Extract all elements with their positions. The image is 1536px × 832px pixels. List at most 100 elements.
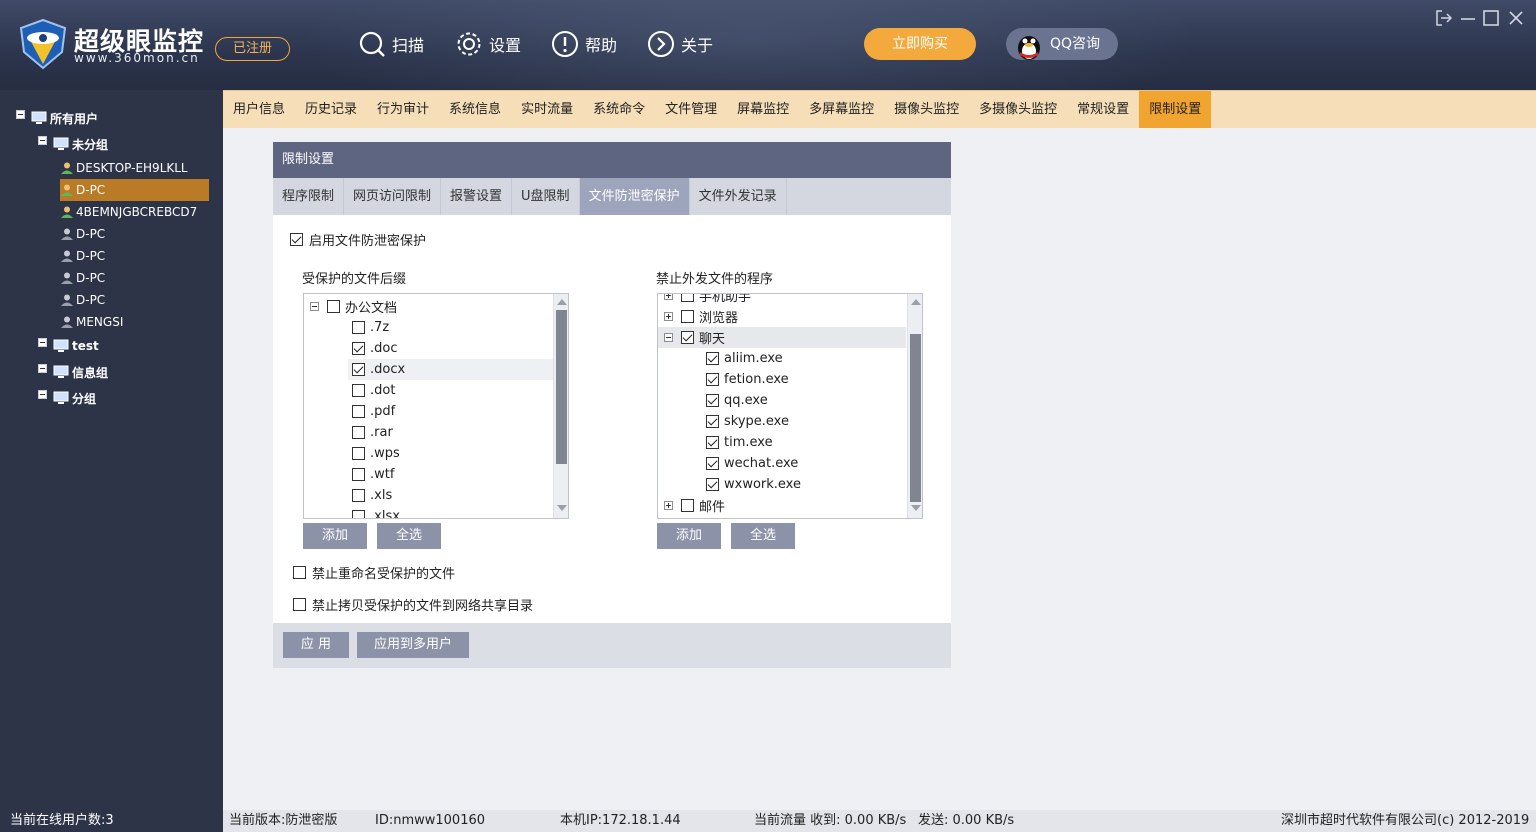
prog-select-all-button[interactable]: 全选 [731,523,795,549]
collapse-icon[interactable] [38,389,47,399]
buy-now-button[interactable]: 立即购买 [864,28,976,60]
tab-system-info[interactable]: 系统信息 [439,91,511,128]
expand-icon[interactable] [664,294,673,300]
tree-root-all-users[interactable]: 所有用户 [16,107,98,129]
tree-user[interactable]: D-PC [60,223,105,245]
ext-row[interactable]: .xlsx [352,506,400,518]
prog-row[interactable]: fetion.exe [706,369,789,390]
scroll-up-icon[interactable] [557,299,567,305]
tab-user-info[interactable]: 用户信息 [223,91,295,128]
prog-group-row-partial[interactable]: 手机助手 [664,294,751,306]
prog-group-row-browser[interactable]: 浏览器 [664,306,738,327]
tree-group-group[interactable]: 分组 [38,387,96,409]
tab-camera-monitor[interactable]: 摄像头监控 [884,91,969,128]
scroll-up-icon[interactable] [911,299,921,305]
subtab-file-send-log[interactable]: 文件外发记录 [690,178,787,215]
tree-user[interactable]: D-PC [60,267,105,289]
prog-row[interactable]: skype.exe [706,411,789,432]
prog-group-row-chat[interactable]: 聊天 [658,327,906,348]
scroll-thumb[interactable] [556,310,567,464]
tab-multi-camera[interactable]: 多摄像头监控 [969,91,1067,128]
prog-scrollbar[interactable] [907,294,922,518]
prog-group-row-mail[interactable]: 邮件 [664,495,725,516]
ext-checkbox[interactable] [352,363,365,376]
subtab-usb-limit[interactable]: U盘限制 [512,178,580,215]
collapse-icon[interactable] [310,302,319,311]
prog-group-checkbox[interactable] [681,331,694,344]
scroll-down-icon[interactable] [911,505,921,511]
expand-icon[interactable] [664,501,673,510]
scroll-thumb[interactable] [910,334,921,502]
prog-add-button[interactable]: 添加 [657,523,721,549]
close-icon[interactable] [1506,8,1526,28]
prog-checkbox[interactable] [706,457,719,470]
ext-checkbox[interactable] [352,447,365,460]
subtab-program-limit[interactable]: 程序限制 [273,178,345,215]
tab-screen-monitor[interactable]: 屏幕监控 [727,91,799,128]
ext-row-highlighted[interactable]: .docx [348,359,553,380]
ext-scrollbar[interactable] [553,294,568,518]
about-button[interactable]: 关于 [647,28,713,60]
scan-button[interactable]: 扫描 [358,28,424,60]
tab-system-command[interactable]: 系统命令 [583,91,655,128]
ext-row[interactable]: .wps [352,443,400,464]
enable-protection-checkbox[interactable] [290,233,303,246]
forbid-copy-share-checkbox[interactable] [293,598,306,611]
ext-row[interactable]: .rar [352,422,393,443]
collapse-icon[interactable] [38,135,47,145]
tab-restriction-settings[interactable]: 限制设置 [1139,91,1212,128]
tree-user[interactable]: D-PC [60,245,105,267]
collapse-icon[interactable] [38,337,47,347]
prog-checkbox[interactable] [706,352,719,365]
apply-button[interactable]: 应 用 [283,632,349,658]
prog-row[interactable]: qq.exe [706,390,768,411]
prog-row[interactable]: wxwork.exe [706,474,801,495]
tab-multi-screen[interactable]: 多屏幕监控 [799,91,884,128]
prog-checkbox[interactable] [706,394,719,407]
subtab-web-limit[interactable]: 网页访问限制 [344,178,442,215]
prog-checkbox[interactable] [706,373,719,386]
ext-group-row[interactable]: 办公文档 [310,296,397,317]
forbid-copy-share-option[interactable]: 禁止拷贝受保护的文件到网络共享目录 [293,595,533,614]
maximize-icon[interactable] [1481,8,1501,28]
collapse-icon[interactable] [38,363,47,373]
ext-checkbox[interactable] [352,405,365,418]
ext-select-all-button[interactable]: 全选 [377,523,441,549]
subtab-alarm[interactable]: 报警设置 [441,178,513,215]
tab-history[interactable]: 历史记录 [295,91,367,128]
tree-group-ungrouped[interactable]: 未分组 [38,133,108,155]
prog-group-checkbox[interactable] [681,499,694,512]
prog-checkbox[interactable] [706,415,719,428]
apply-multi-user-button[interactable]: 应用到多用户 [357,632,469,658]
tab-realtime-traffic[interactable]: 实时流量 [511,91,583,128]
ext-checkbox[interactable] [352,468,365,481]
prog-row[interactable]: aliim.exe [706,348,783,369]
prog-group-checkbox[interactable] [681,294,694,302]
ext-checkbox[interactable] [352,321,365,334]
ext-checkbox[interactable] [352,489,365,502]
prog-row[interactable]: wechat.exe [706,453,798,474]
ext-group-checkbox[interactable] [327,300,340,313]
tab-behavior-audit[interactable]: 行为审计 [367,91,439,128]
collapse-icon[interactable] [16,109,25,119]
tree-user[interactable]: D-PC [60,289,105,311]
forbid-rename-checkbox[interactable] [293,566,306,579]
collapse-icon[interactable] [664,333,673,342]
ext-checkbox[interactable] [352,384,365,397]
prog-checkbox[interactable] [706,436,719,449]
tree-group-test[interactable]: test [38,335,99,357]
tree-user-selected[interactable]: D-PC [60,179,209,201]
tree-group-info[interactable]: 信息组 [38,361,108,383]
ext-checkbox[interactable] [352,426,365,439]
tab-general-settings[interactable]: 常规设置 [1067,91,1139,128]
logout-icon[interactable] [1434,8,1454,28]
ext-row[interactable]: .dot [352,380,395,401]
protected-extensions-list[interactable]: 办公文档 .7z .doc .docx .dot .pdf .rar .wps … [303,293,569,519]
ext-add-button[interactable]: 添加 [303,523,367,549]
prog-checkbox[interactable] [706,478,719,491]
ext-row[interactable]: .wtf [352,464,394,485]
forbid-rename-option[interactable]: 禁止重命名受保护的文件 [293,563,455,582]
tree-user[interactable]: 4BEMNJGBCREBCD7 [60,201,209,223]
prog-row[interactable]: tim.exe [706,432,773,453]
tab-file-manager[interactable]: 文件管理 [655,91,727,128]
